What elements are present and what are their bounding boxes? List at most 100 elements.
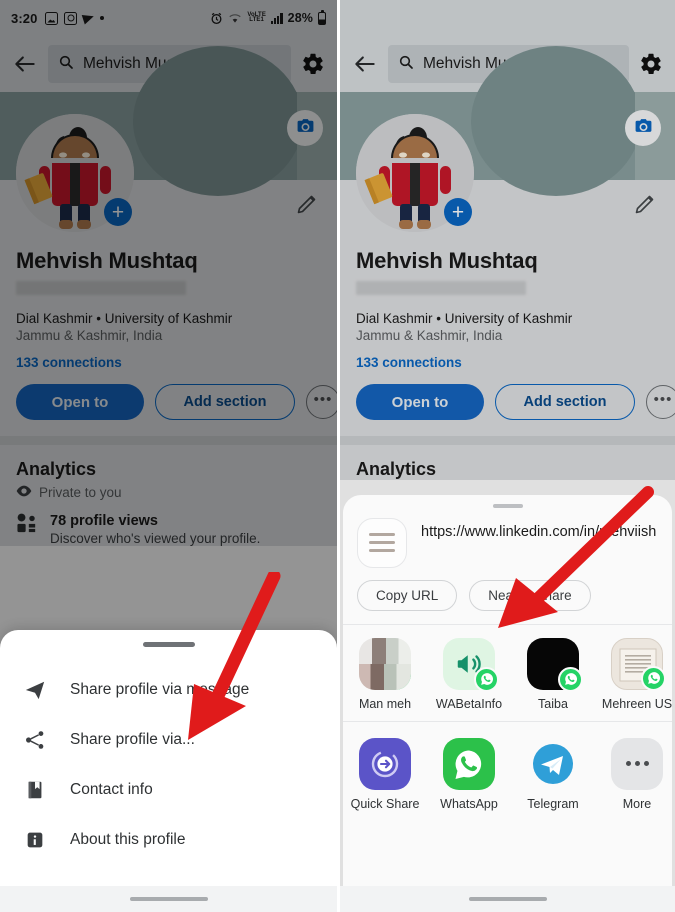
share-app-telegram[interactable]: Telegram	[511, 737, 595, 811]
android-share-sheet: https://www.linkedin.com/in/mehviish Cop…	[343, 495, 672, 912]
cover-area: +	[340, 46, 675, 240]
share-node-icon	[22, 729, 48, 751]
add-section-button[interactable]: Add section	[155, 384, 295, 420]
edit-cover-button[interactable]	[625, 110, 661, 146]
nearby-share-button[interactable]: Nearby Share	[469, 579, 591, 611]
gesture-bar[interactable]	[340, 886, 675, 912]
people-icon	[16, 513, 38, 546]
gear-icon[interactable]	[301, 52, 325, 76]
profile-actions: Open to Add section •••	[0, 370, 337, 436]
more-dots-icon: •••	[653, 391, 673, 408]
analytics-section: Analytics	[340, 445, 675, 480]
add-photo-badge[interactable]: +	[444, 198, 472, 226]
gesture-pill	[129, 896, 208, 902]
edit-cover-button[interactable]	[287, 110, 323, 146]
camera-icon	[296, 116, 315, 140]
direct-share-label: Man meh	[358, 696, 412, 711]
analytics-privacy: Private to you	[16, 485, 321, 500]
profile-headline: Dial Kashmir • University of Kashmir	[16, 311, 233, 326]
share-app-quick-share[interactable]: Quick Share	[343, 737, 427, 811]
more-actions-button[interactable]: •••	[306, 385, 337, 419]
analytics-section: Analytics Private to you 78 profile view…	[0, 445, 337, 546]
wifi-icon	[228, 13, 242, 24]
page-title: Mehvish Mushtaq	[356, 248, 538, 273]
gear-icon[interactable]	[639, 52, 663, 76]
status-bar: 3:20 VoLTE LTE1 28%	[0, 0, 337, 36]
more-actions-button[interactable]: •••	[646, 385, 675, 419]
right-phone-panel: Mehvish Mushtaq + Mehvish Mushtaq Dial K…	[337, 0, 675, 912]
cover-area: +	[0, 46, 337, 240]
cover-blob	[471, 46, 641, 196]
menu-item-share-via-message[interactable]: Share profile via message	[0, 665, 337, 715]
share-app-whatsapp[interactable]: WhatsApp	[427, 737, 511, 811]
gesture-bar[interactable]	[0, 886, 337, 912]
add-photo-badge[interactable]: +	[104, 198, 132, 226]
avatar[interactable]: +	[356, 114, 474, 232]
share-app-more[interactable]: More	[595, 737, 672, 811]
menu-label: Share profile via...	[70, 731, 195, 748]
redacted-headline	[356, 281, 526, 295]
app-share-row: Quick Share WhatsApp Telegram More	[343, 722, 672, 821]
direct-share-item[interactable]: Mehreen US	[595, 637, 672, 711]
status-bar-left: 3:20	[11, 10, 105, 26]
direct-share-label: Taiba	[538, 696, 568, 711]
whatsapp-badge	[390, 666, 411, 690]
direct-share-item[interactable]: WABetaInfo	[427, 637, 511, 711]
analytics-title: Analytics	[356, 459, 437, 479]
connections-link[interactable]: 133 connections	[356, 355, 659, 370]
direct-share-item[interactable]: Taiba	[511, 637, 595, 711]
black-thumb	[527, 637, 583, 692]
menu-item-share-profile-via[interactable]: Share profile via...	[0, 715, 337, 765]
direct-share-item[interactable]: Man meh	[343, 637, 427, 711]
contact-card-icon	[22, 779, 48, 801]
section-divider	[0, 436, 337, 445]
menu-label: Contact info	[70, 781, 153, 798]
share-app-label: More	[622, 796, 652, 811]
menu-item-contact-info[interactable]: Contact info	[0, 765, 337, 815]
photo-icon	[45, 11, 59, 25]
profile-info: Mehvish Mushtaq Dial Kashmir • Universit…	[0, 240, 337, 370]
menu-item-about-this-profile[interactable]: About this profile	[0, 815, 337, 865]
redacted-headline	[16, 281, 186, 295]
open-to-button[interactable]: Open to	[16, 384, 144, 420]
status-time: 3:20	[11, 10, 38, 26]
profile-options-sheet: Share profile via message Share profile …	[0, 630, 337, 912]
camera-icon	[634, 116, 653, 140]
analytics-item-subtitle: Discover who's viewed your profile.	[50, 531, 261, 546]
share-chips: Copy URL Nearby Share	[343, 568, 672, 624]
add-section-button[interactable]: Add section	[495, 384, 635, 420]
back-arrow-icon[interactable]	[352, 51, 378, 77]
instagram-icon	[64, 11, 78, 25]
analytics-title: Analytics	[16, 459, 97, 479]
connections-link[interactable]: 133 connections	[16, 355, 321, 370]
linkedin-menu-icon	[357, 517, 407, 568]
eye-icon	[16, 485, 32, 500]
dot-icon	[100, 16, 105, 20]
profile-location: Jammu & Kashmir, India	[356, 328, 503, 343]
pencil-icon[interactable]	[295, 192, 319, 216]
analytics-privacy-label: Private to you	[39, 485, 122, 500]
back-arrow-icon[interactable]	[12, 51, 38, 77]
send-icon	[22, 679, 48, 701]
analytics-item[interactable]: 78 profile views Discover who's viewed y…	[16, 513, 321, 546]
photo-thumb	[359, 637, 411, 690]
gesture-pill	[468, 896, 547, 902]
more-dots-icon: •••	[313, 391, 333, 408]
more-icon	[611, 737, 663, 790]
copy-url-button[interactable]: Copy URL	[357, 579, 458, 611]
page-title: Mehvish Mushtaq	[16, 248, 198, 273]
avatar[interactable]: +	[16, 114, 134, 232]
pencil-icon[interactable]	[633, 192, 657, 216]
whatsapp-badge	[474, 666, 499, 692]
open-to-button[interactable]: Open to	[356, 384, 484, 420]
whatsapp-badge	[641, 665, 666, 691]
alarm-icon	[210, 12, 223, 25]
left-phone-panel: 3:20 VoLTE LTE1 28% Mehvish Mushtaq + Me…	[0, 0, 337, 912]
menu-label: About this profile	[70, 831, 186, 848]
signal-icon	[270, 12, 283, 24]
cover-blob	[133, 46, 303, 196]
shared-url: https://www.linkedin.com/in/mehviish	[421, 523, 657, 540]
search-icon	[398, 54, 414, 75]
note-thumb	[611, 637, 666, 691]
profile-actions: Open to Add section •••	[340, 370, 675, 436]
